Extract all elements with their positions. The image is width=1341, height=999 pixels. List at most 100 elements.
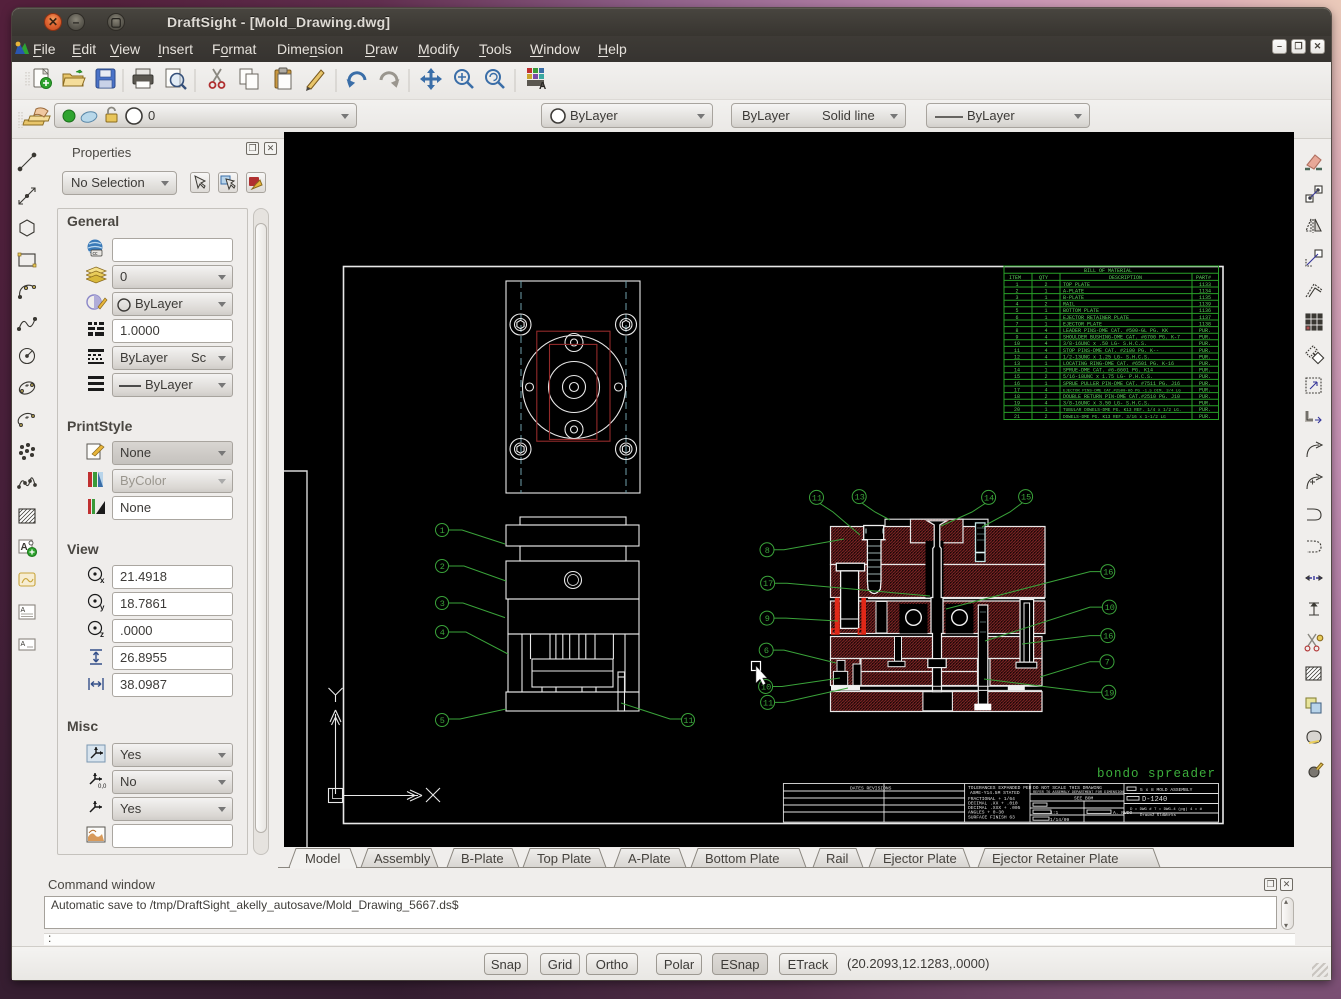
svg-text:7: 7: [1105, 658, 1110, 668]
svg-text:3: 3: [1015, 295, 1018, 301]
svg-text:2: 2: [1044, 414, 1047, 420]
svg-text:A: A: [21, 542, 28, 553]
svg-text:10: 10: [1014, 341, 1020, 347]
svg-text:A: A: [21, 607, 26, 614]
svg-text:3/8-16UNC x 3.50 LG- S.H.C.S.: 3/8-16UNC x 3.50 LG- S.H.C.S.: [1063, 401, 1150, 407]
svg-text:SPRUE-DME CAT. #6-6601 PG. K14: SPRUE-DME CAT. #6-6601 PG. K14: [1063, 368, 1153, 374]
svg-text:Ejector Plate: Ejector Plate: [883, 851, 957, 866]
svg-text:2: 2: [1044, 282, 1047, 288]
svg-text:2: 2: [1015, 288, 1018, 294]
svg-text:A: A: [21, 641, 26, 648]
svg-text:LEADER PINS-DME CAT. #500-GL P: LEADER PINS-DME CAT. #500-GL PG. KK: [1063, 328, 1168, 334]
svg-text:4: 4: [1044, 354, 1047, 360]
svg-text:11: 11: [763, 698, 773, 708]
svg-text:16: 16: [1014, 381, 1020, 387]
svg-text:7: 7: [1015, 321, 1018, 327]
svg-text:1: 1: [1044, 308, 1047, 314]
svg-text:PUR.: PUR.: [1199, 368, 1211, 374]
svg-text:Bottom Plate: Bottom Plate: [705, 851, 779, 866]
svg-text:16: 16: [1103, 632, 1113, 642]
svg-text:1: 1: [1044, 295, 1047, 301]
svg-text:SURFACE FINISH 63: SURFACE FINISH 63: [968, 815, 1015, 821]
svg-text:1: 1: [1044, 361, 1047, 367]
svg-text:1/14/09: 1/14/09: [1050, 817, 1070, 823]
svg-text:1: 1: [1044, 315, 1047, 321]
svg-text:1136: 1136: [1199, 308, 1211, 314]
svg-text:EJECTOR PINS-DME CAT.#2500-06: EJECTOR PINS-DME CAT.#2500-06 PG -1.5 DI…: [1063, 388, 1181, 393]
svg-text:D-1240: D-1240: [1142, 796, 1167, 804]
svg-text:DATES REVISIONS: DATES REVISIONS: [850, 786, 892, 792]
svg-text:y: y: [100, 603, 105, 612]
svg-text:2: 2: [1044, 374, 1047, 380]
svg-text:1: 1: [1044, 368, 1047, 374]
svg-text:1133: 1133: [1199, 282, 1211, 288]
svg-text:13: 13: [1014, 361, 1020, 367]
svg-text:4: 4: [1015, 302, 1018, 308]
svg-text:19: 19: [1014, 401, 1020, 407]
svg-text:SEE BOM: SEE BOM: [1074, 796, 1094, 802]
svg-text:LOCATING RING-DME CAT. #6501 P: LOCATING RING-DME CAT. #6501 PG. K-16: [1063, 361, 1174, 367]
svg-text:PART#: PART#: [1196, 275, 1211, 281]
svg-text:0,0: 0,0: [98, 784, 107, 790]
svg-text:PUR.: PUR.: [1199, 374, 1211, 380]
svg-text:1134: 1134: [1199, 288, 1211, 294]
svg-text:1: 1: [1044, 381, 1047, 387]
svg-text:11: 11: [683, 716, 693, 726]
svg-text:RAIL: RAIL: [1063, 302, 1075, 308]
svg-text:EJECTOR PLATE: EJECTOR PLATE: [1063, 321, 1102, 327]
svg-text:1137: 1137: [1199, 315, 1211, 321]
svg-text:4: 4: [1044, 341, 1047, 347]
svg-text:STOP PINS-DME CAT. #2100 PG. K: STOP PINS-DME CAT. #2100 PG. K--: [1063, 348, 1159, 354]
svg-text:17: 17: [1014, 387, 1020, 393]
svg-text:6: 6: [764, 646, 769, 656]
svg-text:DOWELS-DME PG. K13 REF. 3/16 x: DOWELS-DME PG. K13 REF. 3/16 x 1-1/2 LG: [1063, 415, 1166, 420]
svg-text:1: 1: [1044, 407, 1047, 413]
svg-text:4: 4: [1044, 335, 1047, 341]
svg-text:1: 1: [1044, 288, 1047, 294]
svg-text:1139: 1139: [1199, 302, 1211, 308]
svg-text:8: 8: [765, 546, 770, 556]
svg-text:A-PLATE: A-PLATE: [1063, 288, 1084, 294]
svg-text:3/8-16UNC x .50 LG- S.H.C.S.: 3/8-16UNC x .50 LG- S.H.C.S.: [1063, 341, 1147, 347]
svg-text:17: 17: [763, 579, 773, 589]
svg-text:PUR.: PUR.: [1199, 387, 1211, 393]
svg-text:14: 14: [1014, 368, 1020, 374]
svg-text:18: 18: [1014, 394, 1020, 400]
svg-text:2: 2: [1044, 394, 1047, 400]
svg-text:Top Plate: Top Plate: [537, 851, 591, 866]
svg-text:z: z: [100, 630, 104, 639]
svg-text:PUR.: PUR.: [1199, 407, 1211, 413]
svg-text:ASME-Y14.5M STATED: ASME-Y14.5M STATED: [970, 790, 1020, 796]
svg-text:4: 4: [1044, 387, 1047, 393]
svg-text:D = DWG # T = DWG-4 (pg) 4 = #: D = DWG # T = DWG-4 (pg) 4 = #: [1130, 807, 1203, 812]
svg-text:1138: 1138: [1199, 321, 1211, 327]
svg-text:cc: cc: [93, 251, 99, 257]
svg-text:4: 4: [1044, 348, 1047, 354]
svg-text:4: 4: [440, 628, 445, 638]
svg-text:PUR.: PUR.: [1199, 361, 1211, 367]
svg-text:BILL OF MATERIAL: BILL OF MATERIAL: [1084, 268, 1132, 274]
svg-text:12: 12: [1014, 354, 1020, 360]
svg-text:BOTTOM PLATE: BOTTOM PLATE: [1063, 308, 1099, 314]
svg-text:PUR.: PUR.: [1199, 381, 1211, 387]
svg-text:TUBULAR DOWELS-DME PG. K13 REF: TUBULAR DOWELS-DME PG. K13 REF. 1/4 x 1/…: [1063, 408, 1182, 413]
svg-text:1: 1: [1015, 282, 1018, 288]
svg-text:ITEM: ITEM: [1009, 275, 1021, 281]
svg-text:SPRUE PULLER PIN-DME CAT. #751: SPRUE PULLER PIN-DME CAT. #7511 PG. J16: [1063, 381, 1180, 387]
svg-text:2: 2: [440, 562, 445, 572]
svg-text:A-Plate: A-Plate: [628, 851, 671, 866]
svg-text:PUR.: PUR.: [1199, 401, 1211, 407]
svg-text:PUR.: PUR.: [1199, 394, 1211, 400]
svg-text:5/16-18UNC x 1.75 LG- P.H.C.S.: 5/16-18UNC x 1.75 LG- P.H.C.S.: [1063, 374, 1153, 380]
svg-text:5: 5: [440, 716, 445, 726]
svg-text:1:1: 1:1: [1050, 810, 1059, 816]
svg-text:PUR.: PUR.: [1199, 335, 1211, 341]
svg-text:5: 5: [1015, 308, 1018, 314]
svg-text:B-Plate: B-Plate: [461, 851, 504, 866]
svg-text:11: 11: [1014, 348, 1020, 354]
svg-text:TOP PLATE: TOP PLATE: [1063, 282, 1090, 288]
svg-text:Drawn2 SldWorks: Drawn2 SldWorks: [1140, 813, 1177, 818]
svg-text:A: A: [539, 81, 546, 92]
svg-text:bondo spreader: bondo spreader: [1097, 767, 1215, 781]
svg-text:PUR.: PUR.: [1199, 414, 1211, 420]
